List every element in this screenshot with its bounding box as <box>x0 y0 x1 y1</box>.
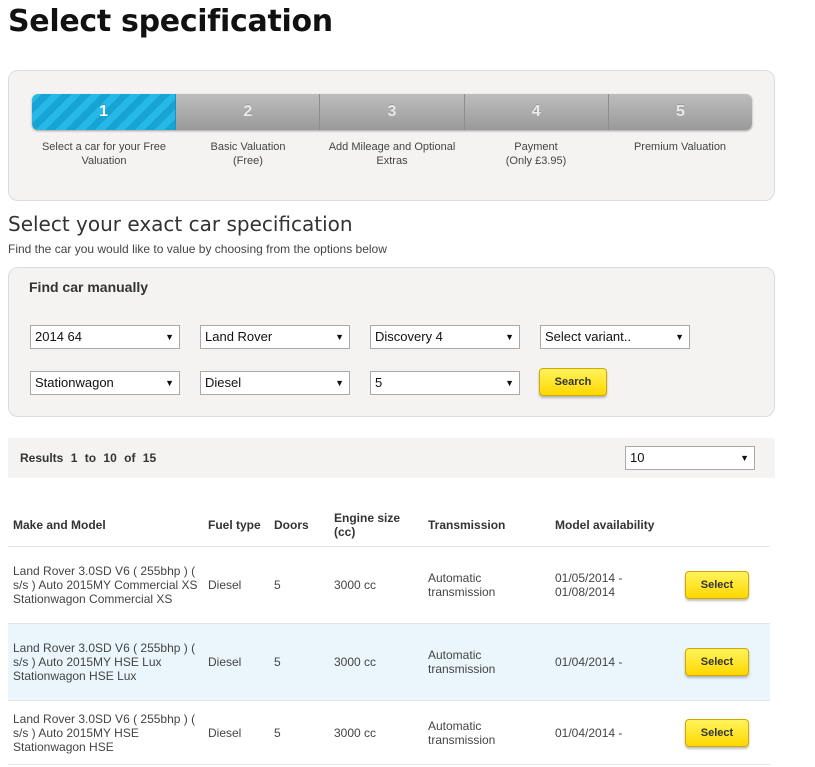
search-button[interactable]: Search <box>539 368 607 396</box>
step-3: 3 <box>320 94 465 130</box>
step-2: 2 <box>176 94 321 130</box>
cell-fuel: Diesel <box>203 700 269 765</box>
step-4: 4 <box>464 94 609 130</box>
results-to-word: to <box>84 451 97 465</box>
specification-subheading: Find the car you would like to value by … <box>8 242 387 256</box>
find-car-panel: Find car manually 2014 64 ▼ Land Rover ▼… <box>8 267 775 417</box>
page-title: Select specification <box>8 4 333 39</box>
select-button[interactable]: Select <box>685 648 749 676</box>
cell-fuel: Diesel <box>203 546 269 624</box>
model-select[interactable]: Discovery 4 ▼ <box>370 325 520 349</box>
step-4-label: Payment (Only £3.95) <box>505 141 567 167</box>
step-1: 1 <box>32 94 177 130</box>
cell-transmission: Automatic transmission <box>423 623 550 701</box>
step-5: 5 <box>608 94 752 130</box>
results-from: 1 <box>70 451 78 465</box>
cell-engine: 3000 cc <box>329 546 423 624</box>
cell-action: Select <box>680 623 770 701</box>
cell-make-model: Land Rover 3.0SD V6 ( 255bhp ) ( s/s ) A… <box>8 700 203 765</box>
progress-panel: 1 2 3 4 5 Select a car for your Free Val… <box>8 70 775 201</box>
results-table: Make and Model Fuel type Doors Engine si… <box>8 503 770 765</box>
chevron-down-icon: ▼ <box>335 378 344 388</box>
results-label: Results <box>20 451 64 465</box>
results-of-word: of <box>124 451 136 465</box>
cell-engine: 3000 cc <box>329 700 423 765</box>
step-labels: Select a car for your Free Valuation Bas… <box>32 140 752 168</box>
select-button[interactable]: Select <box>685 718 749 747</box>
table-row: Land Rover 3.0SD V6 ( 255bhp ) ( s/s ) A… <box>8 623 770 701</box>
fuel-select-value: Diesel <box>205 375 242 390</box>
year-select-value: 2014 64 <box>35 329 82 344</box>
chevron-down-icon: ▼ <box>505 378 514 388</box>
cell-action: Select <box>680 700 770 765</box>
cell-transmission: Automatic transmission <box>423 546 550 624</box>
table-row: Land Rover 3.0SD V6 ( 255bhp ) ( s/s ) A… <box>8 546 770 624</box>
chevron-down-icon: ▼ <box>505 332 514 342</box>
header-fuel-type: Fuel type <box>203 503 269 547</box>
body-type-select[interactable]: Stationwagon ▼ <box>30 371 180 395</box>
step-5-label: Premium Valuation <box>633 141 727 153</box>
chevron-down-icon: ▼ <box>335 332 344 342</box>
step-1-label: Select a car for your Free Valuation <box>41 141 167 167</box>
cell-make-model: Land Rover 3.0SD V6 ( 255bhp ) ( s/s ) A… <box>8 546 203 624</box>
header-transmission: Transmission <box>423 503 550 547</box>
model-select-value: Discovery 4 <box>375 329 443 344</box>
variant-select-value: Select variant.. <box>545 329 631 344</box>
results-to: 10 <box>103 451 117 465</box>
doors-select-value: 5 <box>375 375 383 390</box>
header-doors: Doors <box>269 503 329 547</box>
step-3-label: Add Mileage and Optional Extras <box>328 141 456 167</box>
cell-transmission: Automatic transmission <box>423 700 550 765</box>
specification-heading: Select your exact car specification <box>8 212 353 236</box>
cell-availability: 01/05/2014 - 01/08/2014 <box>550 546 680 624</box>
chevron-down-icon: ▼ <box>165 378 174 388</box>
cell-doors: 5 <box>269 700 329 765</box>
per-page-select[interactable]: 10 ▼ <box>625 446 755 470</box>
results-bar: Results 1 to 10 of 15 10 ▼ <box>8 438 775 478</box>
cell-availability: 01/04/2014 - <box>550 623 680 701</box>
cell-make-model: Land Rover 3.0SD V6 ( 255bhp ) ( s/s ) A… <box>8 623 203 701</box>
header-availability: Model availability <box>550 503 680 547</box>
chevron-down-icon: ▼ <box>675 332 684 342</box>
variant-select[interactable]: Select variant.. ▼ <box>540 325 690 349</box>
fuel-select[interactable]: Diesel ▼ <box>200 371 350 395</box>
make-select[interactable]: Land Rover ▼ <box>200 325 350 349</box>
year-select[interactable]: 2014 64 ▼ <box>30 325 180 349</box>
results-total: 15 <box>142 451 157 465</box>
table-row: Land Rover 3.0SD V6 ( 255bhp ) ( s/s ) A… <box>8 700 770 765</box>
header-engine-size: Engine size (cc) <box>329 503 423 547</box>
doors-select[interactable]: 5 ▼ <box>370 371 520 395</box>
cell-action: Select <box>680 546 770 624</box>
progress-steps-bar: 1 2 3 4 5 <box>32 94 752 130</box>
cell-fuel: Diesel <box>203 623 269 701</box>
select-button[interactable]: Select <box>685 571 749 599</box>
make-select-value: Land Rover <box>205 329 273 344</box>
chevron-down-icon: ▼ <box>165 332 174 342</box>
body-type-select-value: Stationwagon <box>35 375 114 390</box>
header-action <box>680 503 770 547</box>
chevron-down-icon: ▼ <box>740 453 749 463</box>
table-header-row: Make and Model Fuel type Doors Engine si… <box>8 503 770 547</box>
cell-availability: 01/04/2014 - <box>550 700 680 765</box>
cell-doors: 5 <box>269 546 329 624</box>
cell-doors: 5 <box>269 623 329 701</box>
find-car-title: Find car manually <box>29 279 149 295</box>
header-make-model: Make and Model <box>8 503 203 547</box>
results-summary: Results 1 to 10 of 15 <box>20 451 160 465</box>
cell-engine: 3000 cc <box>329 623 423 701</box>
step-2-label: Basic Valuation (Free) <box>210 141 286 167</box>
per-page-value: 10 <box>630 450 645 465</box>
